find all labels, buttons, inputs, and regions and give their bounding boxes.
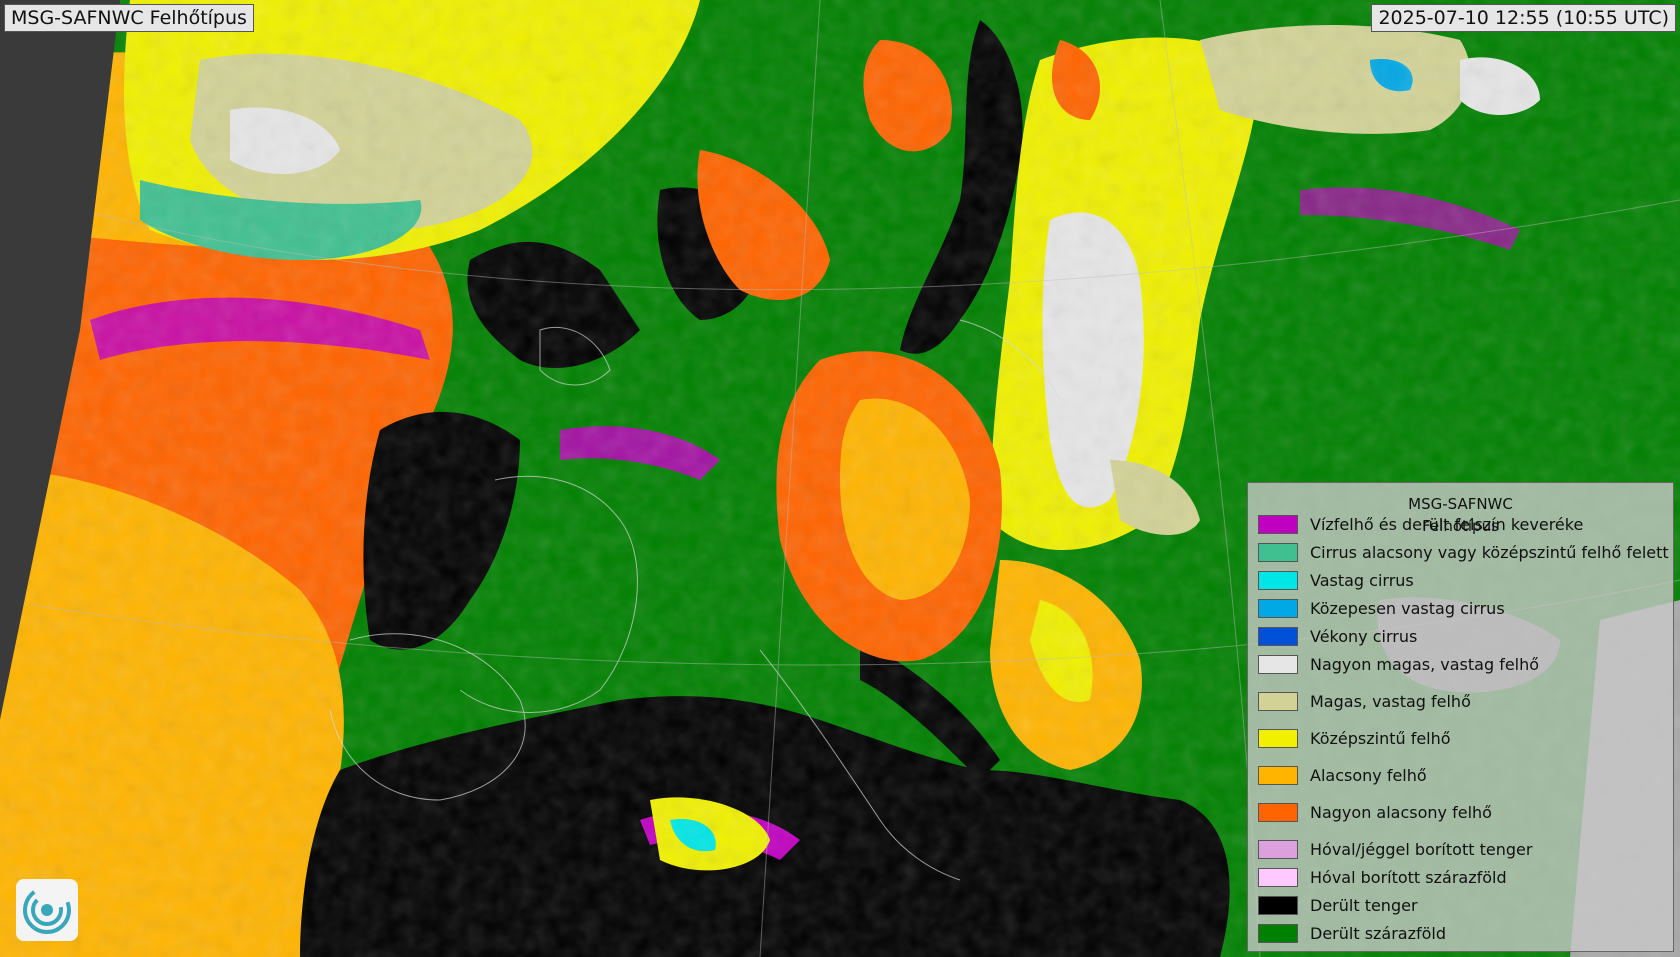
legend-label: Hóval borított szárazföld <box>1310 867 1507 887</box>
legend-swatch <box>1258 923 1298 943</box>
legend-item: Vékony cirrus <box>1258 625 1417 647</box>
legend-label: Vízfelhő és derült felszín keveréke <box>1310 514 1584 534</box>
legend-item: Derült tenger <box>1258 894 1418 916</box>
legend-swatch <box>1258 895 1298 915</box>
legend-item: Közepesen vastag cirrus <box>1258 597 1505 619</box>
legend-label: Vékony cirrus <box>1310 626 1418 646</box>
legend-swatch <box>1258 867 1298 887</box>
legend-label: Cirrus alacsony vagy középszintű felhő f… <box>1310 542 1669 562</box>
legend-item: Nagyon alacsony felhő <box>1258 801 1492 823</box>
legend-swatch <box>1258 514 1298 534</box>
legend-label: Középszintű felhő <box>1310 728 1451 748</box>
nwcsaf-logo <box>16 879 78 941</box>
timestamp-label: 2025-07-10 12:55 (10:55 UTC) <box>1371 4 1676 32</box>
legend-label: Közepesen vastag cirrus <box>1310 598 1505 618</box>
legend-swatch <box>1258 626 1298 646</box>
legend-swatch <box>1258 691 1298 711</box>
legend-label: Nagyon magas, vastag felhő <box>1310 654 1540 674</box>
legend-swatch <box>1258 542 1298 562</box>
legend-item: Hóval borított szárazföld <box>1258 866 1507 888</box>
legend-item: Derült szárazföld <box>1258 922 1446 944</box>
legend-item: Hóval/jéggel borított tenger <box>1258 838 1532 860</box>
legend-item: Cirrus alacsony vagy középszintű felhő f… <box>1258 541 1669 563</box>
legend-label: Derült szárazföld <box>1310 923 1447 943</box>
legend-swatch <box>1258 728 1298 748</box>
swirl-logo-icon <box>23 886 71 934</box>
legend-swatch <box>1258 598 1298 618</box>
legend-item: Vízfelhő és derült felszín keveréke <box>1258 513 1583 535</box>
legend-swatch <box>1258 654 1298 674</box>
legend-label: Hóval/jéggel borított tenger <box>1310 839 1533 859</box>
legend-label: Derült tenger <box>1310 895 1418 915</box>
legend-item: Középszintű felhő <box>1258 727 1451 749</box>
legend-item: Magas, vastag felhő <box>1258 690 1471 712</box>
legend-panel: MSG-SAFNWC Felhőtípus Vízfelhő és derült… <box>1247 482 1674 952</box>
legend-label: Nagyon alacsony felhő <box>1310 802 1492 822</box>
legend-swatch <box>1258 765 1298 785</box>
legend-item: Nagyon magas, vastag felhő <box>1258 653 1539 675</box>
product-title: MSG-SAFNWC Felhőtípus <box>4 4 254 32</box>
legend-item: Vastag cirrus <box>1258 569 1414 591</box>
legend-swatch <box>1258 570 1298 590</box>
legend-label: Vastag cirrus <box>1310 570 1414 590</box>
legend-swatch <box>1258 839 1298 859</box>
legend-item: Alacsony felhő <box>1258 764 1427 786</box>
legend-title-line1: MSG-SAFNWC <box>1408 495 1513 513</box>
legend-label: Magas, vastag felhő <box>1310 691 1471 711</box>
legend-swatch <box>1258 802 1298 822</box>
legend-label: Alacsony felhő <box>1310 765 1427 785</box>
